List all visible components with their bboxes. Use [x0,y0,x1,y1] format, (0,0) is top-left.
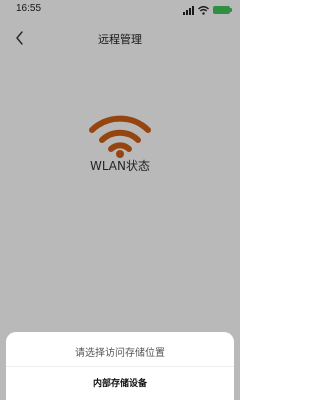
screen: 16:55 远程管理 WLAN状态 请选择访问存储位置 内部存储设备 [0,0,240,412]
sheet-title: 请选择访问存储位置 [75,348,165,359]
storage-picker-sheet: 请选择访问存储位置 内部存储设备 [6,332,234,412]
internal-storage-option[interactable]: 内部存储设备 [6,367,234,397]
